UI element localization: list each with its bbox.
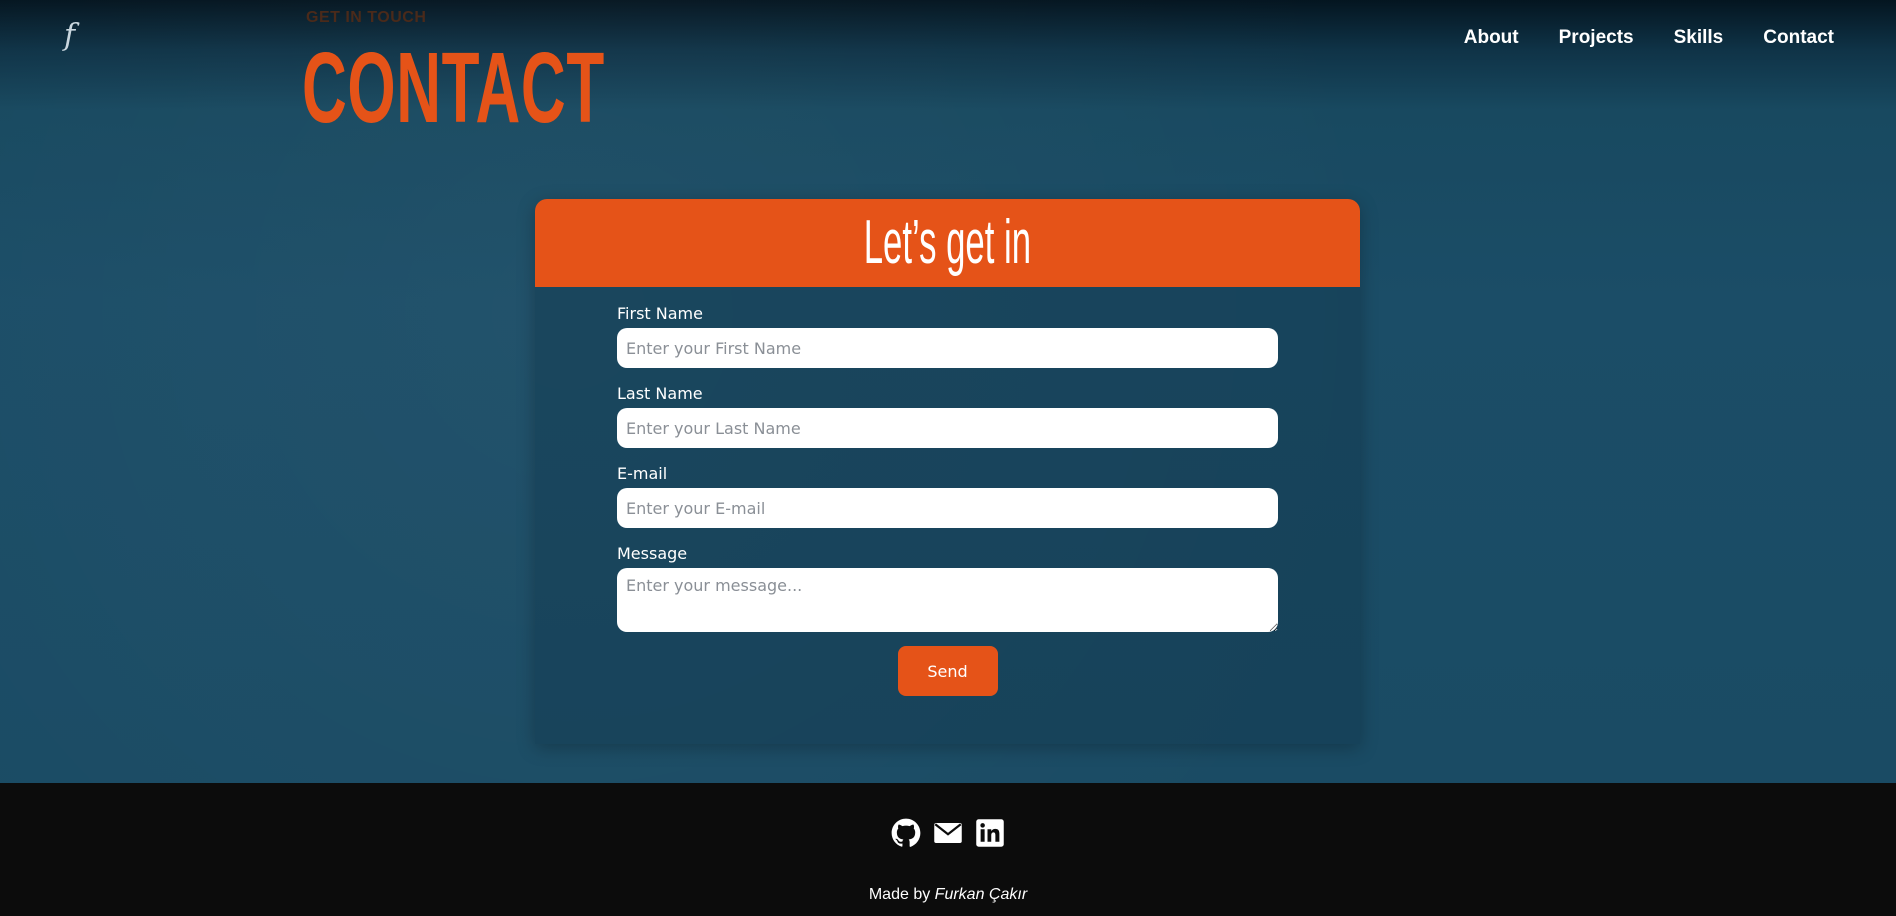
email-input[interactable] [617,488,1278,528]
nav-link-skills[interactable]: Skills [1674,24,1724,52]
message-group: Message [617,544,1278,632]
linkedin-link[interactable] [975,818,1005,848]
send-button[interactable]: Send [897,646,998,696]
send-button-wrap: Send [617,646,1278,696]
contact-card-header: Let’s get in [535,199,1360,287]
page-title: CONTACT [302,32,605,144]
main-nav: About Projects Skills Contact [1464,24,1834,52]
first-name-label: First Name [617,304,703,323]
linkedin-icon [976,819,1004,847]
email-group: E-mail [617,464,1278,528]
github-link[interactable] [891,818,921,848]
github-icon [891,818,921,847]
nav-link-projects[interactable]: Projects [1559,24,1634,52]
contact-card-heading: Let’s get in [863,208,1032,277]
last-name-label: Last Name [617,384,703,403]
page-background: f About Projects Skills Contact GET IN T… [0,0,1896,783]
message-label: Message [617,544,688,563]
credit-prefix: Made by [868,886,931,903]
last-name-input[interactable] [617,408,1278,448]
last-name-group: Last Name [617,384,1278,448]
footer-credit: Made by Furkan Çakır [0,886,1896,904]
mail-link[interactable] [933,818,963,848]
email-label: E-mail [617,464,668,483]
first-name-input[interactable] [617,328,1278,368]
credit-author[interactable]: Furkan Çakır [935,886,1027,903]
social-links [0,818,1896,848]
message-textarea[interactable] [617,568,1278,632]
contact-form: First Name Last Name E-mail Message Send [617,304,1278,696]
first-name-group: First Name [617,304,1278,368]
contact-card: Let’s get in First Name Last Name E-mail… [535,199,1360,744]
mail-icon [934,823,962,843]
site-logo[interactable]: f [64,18,90,54]
section-eyebrow: GET IN TOUCH [306,9,427,26]
nav-link-contact[interactable]: Contact [1763,24,1834,52]
nav-link-about[interactable]: About [1464,24,1519,52]
site-footer: Made by Furkan Çakır [0,783,1896,916]
